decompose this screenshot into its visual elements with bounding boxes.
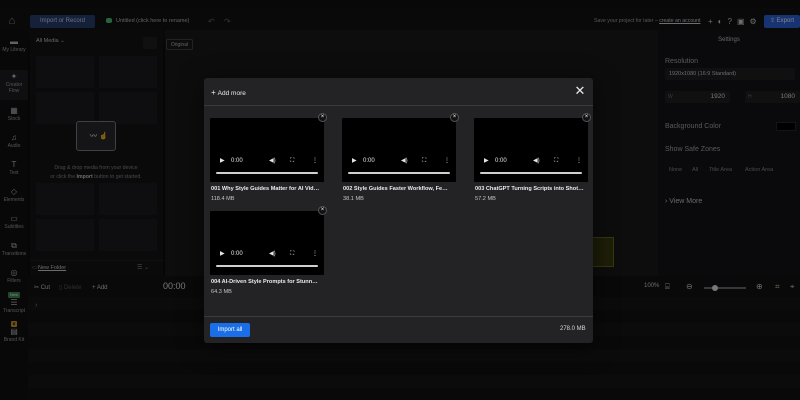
more-options-icon[interactable]: ⋮ [312, 156, 318, 166]
remove-video-icon[interactable]: × [318, 206, 327, 215]
add-more-label: Add more [217, 90, 246, 97]
fullscreen-icon[interactable]: ⛶ [290, 249, 294, 259]
video-size: 64.3 MB [211, 289, 232, 295]
close-icon[interactable]: ✕ [572, 83, 588, 99]
remove-video-icon[interactable]: × [450, 113, 459, 122]
modal-header: + Add more ✕ [204, 78, 593, 106]
video-name: 002 Style Guides Faster Workflow, Fe… [343, 186, 448, 192]
import-modal: + Add more ✕ ▶ 0:00 ◀) ⛶ ⋮ × 001 Why Styl… [204, 78, 593, 343]
video-player[interactable]: ▶ 0:00 ◀) ⛶ ⋮ [210, 211, 324, 275]
more-options-icon[interactable]: ⋮ [312, 249, 318, 259]
video-size: 118.4 MB [211, 196, 235, 202]
video-controls: ▶ 0:00 ◀) ⛶ ⋮ [478, 156, 584, 166]
video-time: 0:00 [363, 158, 375, 164]
remove-video-icon[interactable]: × [582, 113, 591, 122]
video-size: 57.2 MB [475, 196, 496, 202]
plus-icon: + [211, 88, 216, 97]
video-progress-bar[interactable] [348, 172, 450, 174]
fullscreen-icon[interactable]: ⛶ [290, 156, 294, 166]
import-all-button[interactable]: Import all [210, 323, 250, 337]
video-controls: ▶ 0:00 ◀) ⛶ ⋮ [214, 249, 320, 259]
play-icon[interactable]: ▶ [352, 156, 357, 166]
play-icon[interactable]: ▶ [220, 249, 225, 259]
video-player[interactable]: ▶ 0:00 ◀) ⛶ ⋮ [210, 118, 324, 182]
volume-icon[interactable]: ◀) [269, 156, 276, 166]
more-options-icon[interactable]: ⋮ [444, 156, 450, 166]
video-player[interactable]: ▶ 0:00 ◀) ⛶ ⋮ [342, 118, 456, 182]
video-progress-bar[interactable] [216, 172, 318, 174]
video-player[interactable]: ▶ 0:00 ◀) ⛶ ⋮ [474, 118, 588, 182]
video-name: 004 AI-Driven Style Prompts for Stunn… [211, 279, 318, 285]
video-name: 003 ChatGPT Turning Scripts into Shot… [475, 186, 584, 192]
play-icon[interactable]: ▶ [220, 156, 225, 166]
add-more-button[interactable]: + Add more [211, 88, 246, 97]
video-progress-bar[interactable] [480, 172, 582, 174]
video-name: 001 Why Style Guides Matter for AI Vid… [211, 186, 320, 192]
volume-icon[interactable]: ◀) [401, 156, 408, 166]
video-time: 0:00 [495, 158, 507, 164]
video-controls: ▶ 0:00 ◀) ⛶ ⋮ [346, 156, 452, 166]
total-size: 278.0 MB [560, 326, 586, 332]
fullscreen-icon[interactable]: ⛶ [422, 156, 426, 166]
video-progress-bar[interactable] [216, 265, 318, 267]
play-icon[interactable]: ▶ [484, 156, 489, 166]
fullscreen-icon[interactable]: ⛶ [554, 156, 558, 166]
video-time: 0:00 [231, 251, 243, 257]
more-options-icon[interactable]: ⋮ [576, 156, 582, 166]
remove-video-icon[interactable]: × [318, 113, 327, 122]
modal-footer: Import all 278.0 MB [204, 316, 593, 343]
volume-icon[interactable]: ◀) [533, 156, 540, 166]
video-controls: ▶ 0:00 ◀) ⛶ ⋮ [214, 156, 320, 166]
video-size: 38.1 MB [343, 196, 364, 202]
video-time: 0:00 [231, 158, 243, 164]
volume-icon[interactable]: ◀) [269, 249, 276, 259]
